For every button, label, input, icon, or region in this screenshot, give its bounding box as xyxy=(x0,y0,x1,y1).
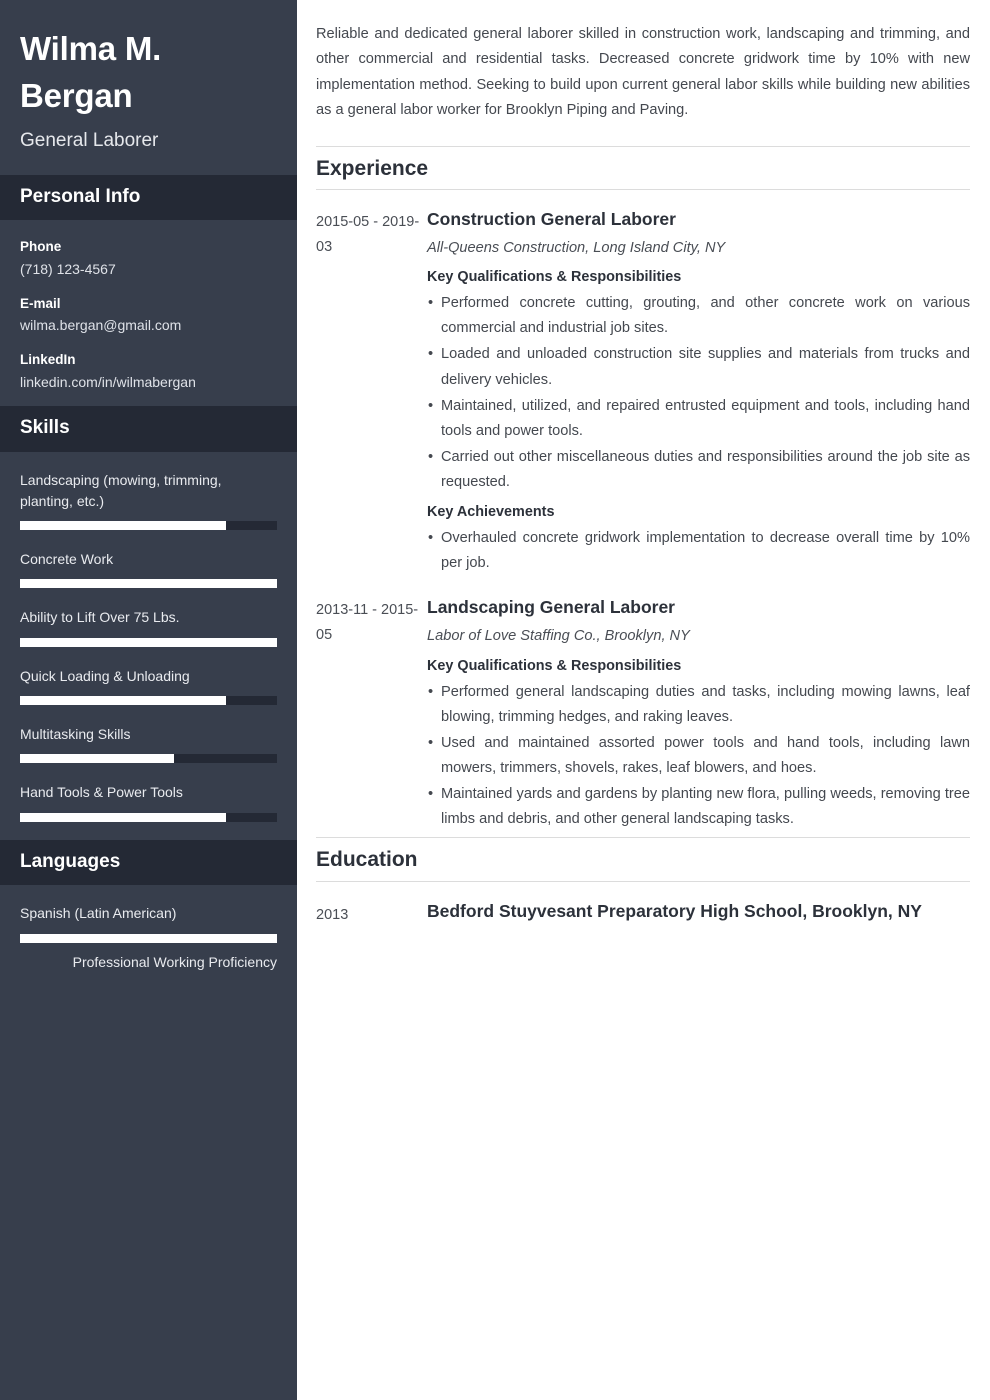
experience-achievements-list: Overhauled concrete gridwork implementat… xyxy=(427,526,970,576)
experience-entry: 2015-05 - 2019-03 Construction General L… xyxy=(316,207,970,578)
experience-qualifications-label: Key Qualifications & Responsibilities xyxy=(427,269,682,286)
experience-entry-body: Landscaping General Laborer Labor of Lov… xyxy=(427,595,970,833)
experience-dates: 2013-11 - 2015-05 xyxy=(316,602,419,644)
education-section-head: Education xyxy=(316,837,970,882)
language-level-bar xyxy=(20,933,277,943)
contact-item-linkedin: LinkedIn linkedin.com/in/wilmabergan xyxy=(20,351,277,392)
skills-band: Skills xyxy=(0,405,297,452)
skill-label: Hand Tools & Power Tools xyxy=(20,784,183,801)
list-item: Carried out other miscellaneous duties a… xyxy=(427,445,970,495)
skill-item: Concrete Work xyxy=(20,549,277,589)
contact-value[interactable]: (718) 123-4567 xyxy=(20,259,277,279)
skill-level-bar xyxy=(20,637,277,647)
personal-info-heading: Personal Info xyxy=(20,185,141,207)
skill-item: Landscaping (mowing, trimming, planting,… xyxy=(20,470,277,531)
skill-level-fill xyxy=(20,637,277,647)
languages-band: Languages xyxy=(0,839,297,886)
education-heading: Education xyxy=(316,848,418,872)
experience-job-title: Landscaping General Laborer xyxy=(427,597,675,618)
skill-level-fill xyxy=(20,695,226,705)
language-proficiency: Professional Working Proficiency xyxy=(72,953,277,970)
list-item: Performed general landscaping duties and… xyxy=(427,680,970,730)
skill-label: Landscaping (mowing, trimming, planting,… xyxy=(20,471,222,509)
personal-info-body: Phone (718) 123-4567 E-mail wilma.bergan… xyxy=(0,220,297,406)
skills-heading: Skills xyxy=(20,416,70,438)
skill-label: Quick Loading & Unloading xyxy=(20,667,190,684)
experience-section-head: Experience xyxy=(316,145,970,190)
skills-body: Landscaping (mowing, trimming, planting,… xyxy=(0,452,297,840)
skill-level-fill xyxy=(20,521,226,531)
language-level-fill xyxy=(20,933,277,943)
skill-level-fill xyxy=(20,579,277,589)
experience-job-title: Construction General Laborer xyxy=(427,208,676,229)
sidebar: Wilma M. Bergan General Laborer Personal… xyxy=(0,0,297,1400)
experience-qualifications-label: Key Qualifications & Responsibilities xyxy=(427,657,682,674)
experience-dates: 2015-05 - 2019-03 xyxy=(316,213,420,255)
education-dates: 2013 xyxy=(316,906,349,923)
list-item: Maintained yards and gardens by planting… xyxy=(427,782,970,832)
skill-level-fill xyxy=(20,754,175,764)
professional-summary: Reliable and dedicated general laborer s… xyxy=(316,26,970,119)
skill-item: Hand Tools & Power Tools xyxy=(20,782,277,822)
list-item: Performed concrete cutting, grouting, an… xyxy=(427,291,970,341)
skill-label: Multitasking Skills xyxy=(20,725,131,742)
contact-value[interactable]: wilma.bergan@gmail.com xyxy=(20,315,277,335)
skill-item: Multitasking Skills xyxy=(20,724,277,764)
contact-item-email: E-mail wilma.bergan@gmail.com xyxy=(20,295,277,336)
experience-entry: 2013-11 - 2015-05 Landscaping General La… xyxy=(316,595,970,833)
education-school: Bedford Stuyvesant Preparatory High Scho… xyxy=(427,900,922,921)
skill-label: Ability to Lift Over 75 Lbs. xyxy=(20,609,180,626)
contact-label: LinkedIn xyxy=(20,352,76,368)
skill-level-bar xyxy=(20,695,277,705)
languages-body: Spanish (Latin American) Professional Wo… xyxy=(0,885,297,990)
experience-achievements-label: Key Achievements xyxy=(427,504,555,521)
resume-document: Wilma M. Bergan General Laborer Personal… xyxy=(0,0,990,1400)
experience-employer: All-Queens Construction, Long Island Cit… xyxy=(427,239,726,256)
list-item: Overhauled concrete gridwork implementat… xyxy=(427,526,970,576)
skill-level-fill xyxy=(20,812,226,822)
experience-qualifications-list: Performed general landscaping duties and… xyxy=(427,680,970,833)
personal-info-band: Personal Info xyxy=(0,174,297,221)
education-section: Education 2013 Bedford Stuyvesant Prepar… xyxy=(316,837,970,927)
contact-label: E-mail xyxy=(20,295,61,311)
experience-heading: Experience xyxy=(316,156,429,180)
experience-section: Experience 2015-05 - 2019-03 Constructio… xyxy=(316,145,970,834)
list-item: Maintained, utilized, and repaired entru… xyxy=(427,394,970,444)
education-entry-body: Bedford Stuyvesant Preparatory High Scho… xyxy=(427,899,970,924)
experience-entry-body: Construction General Laborer All-Queens … xyxy=(427,207,970,578)
language-label: Spanish (Latin American) xyxy=(20,905,177,922)
contact-value[interactable]: linkedin.com/in/wilmabergan xyxy=(20,372,277,392)
contact-label: Phone xyxy=(20,239,62,255)
experience-employer: Labor of Love Staffing Co., Brooklyn, NY xyxy=(427,628,690,645)
main-content: Reliable and dedicated general laborer s… xyxy=(297,0,990,1400)
candidate-job-title: General Laborer xyxy=(20,129,159,151)
skill-label: Concrete Work xyxy=(20,551,114,568)
skill-level-bar xyxy=(20,812,277,822)
skill-item: Ability to Lift Over 75 Lbs. xyxy=(20,607,277,647)
education-entry: 2013 Bedford Stuyvesant Preparatory High… xyxy=(316,899,970,928)
sidebar-header: Wilma M. Bergan General Laborer xyxy=(0,0,297,175)
list-item: Used and maintained assorted power tools… xyxy=(427,731,970,781)
skill-level-bar xyxy=(20,579,277,589)
language-item: Spanish (Latin American) Professional Wo… xyxy=(20,903,277,972)
experience-qualifications-list: Performed concrete cutting, grouting, an… xyxy=(427,291,970,495)
skill-level-bar xyxy=(20,754,277,764)
candidate-name: Wilma M. Bergan xyxy=(20,30,162,114)
skill-level-bar xyxy=(20,521,277,531)
languages-heading: Languages xyxy=(20,850,121,872)
skill-item: Quick Loading & Unloading xyxy=(20,666,277,705)
contact-item-phone: Phone (718) 123-4567 xyxy=(20,238,277,279)
list-item: Loaded and unloaded construction site su… xyxy=(427,342,970,392)
